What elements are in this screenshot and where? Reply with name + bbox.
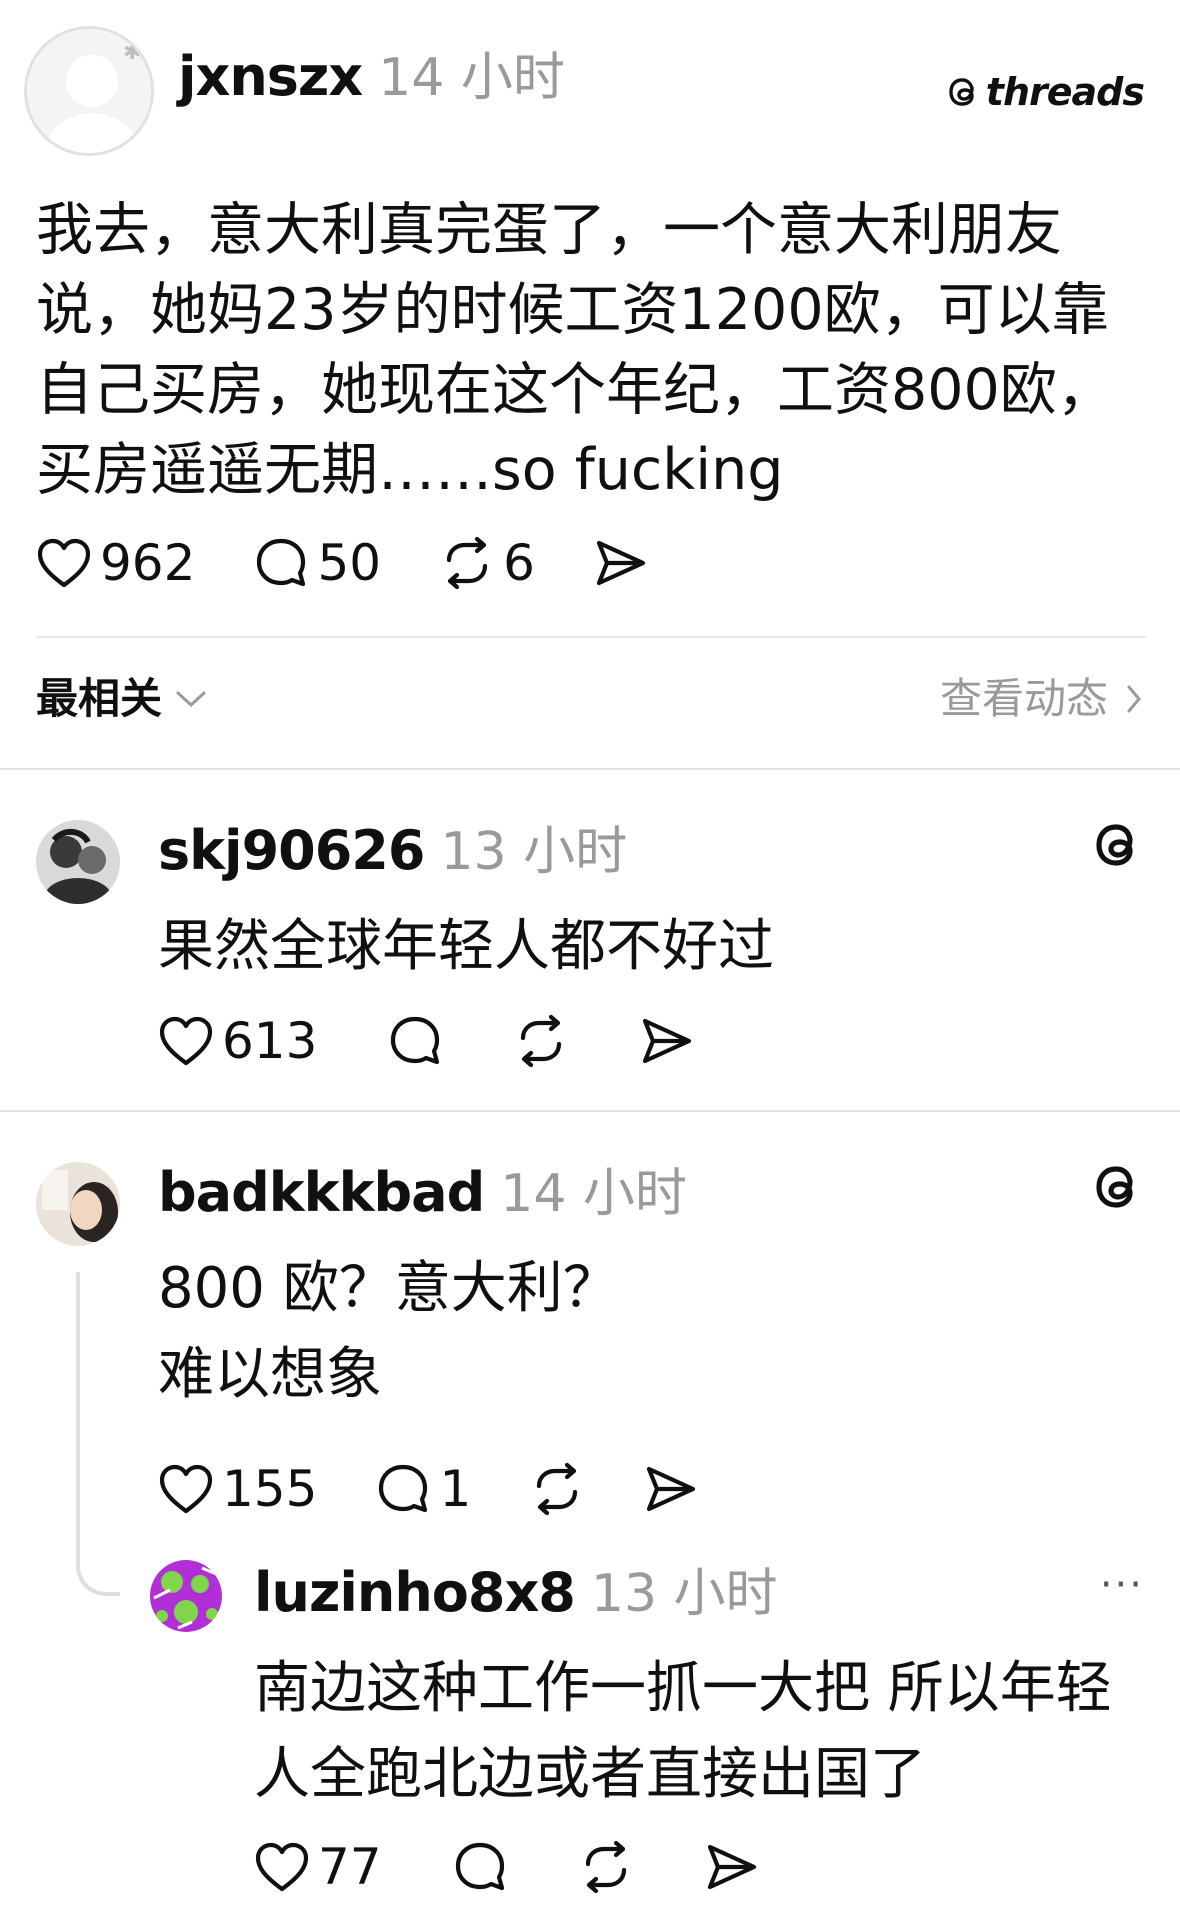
repost-button[interactable]: 6 — [439, 536, 535, 590]
comment-avatar[interactable] — [36, 820, 120, 904]
threads-brand: threads — [946, 70, 1145, 114]
like-count: 962 — [100, 534, 196, 592]
repost-count: 6 — [503, 534, 535, 592]
send-icon — [704, 1841, 760, 1893]
like-button[interactable]: 962 — [36, 537, 195, 589]
chevron-down-icon — [174, 687, 208, 711]
comment-timestamp: 13 小时 — [440, 822, 628, 882]
more-options-button[interactable]: ··· — [1100, 1562, 1144, 1608]
heart-icon — [254, 1841, 310, 1893]
reply-count: 1 — [439, 1460, 472, 1518]
thread-connector-line — [76, 1272, 80, 1550]
share-button[interactable] — [704, 1841, 760, 1893]
comment-icon — [375, 1462, 431, 1516]
comment-text: 果然全球年轻人都不好过 — [158, 914, 774, 979]
like-button[interactable]: 77 — [254, 1841, 382, 1893]
repost-icon — [578, 1840, 634, 1894]
threads-wordmark: threads — [985, 70, 1145, 114]
comment-actions: 155 1 — [158, 1462, 699, 1516]
share-button[interactable] — [643, 1463, 699, 1515]
share-button[interactable] — [639, 1015, 695, 1067]
threads-icon — [1090, 818, 1144, 872]
repost-icon — [439, 536, 495, 590]
view-activity-label: 查看动态 — [939, 674, 1108, 723]
comment-timestamp: 14 小时 — [500, 1164, 687, 1224]
repost-button[interactable] — [578, 1840, 634, 1894]
comment-username[interactable]: badkkkbad — [158, 1166, 485, 1220]
chevron-right-icon — [1124, 682, 1144, 716]
comment-actions: 613 — [158, 1014, 695, 1068]
reply-avatar[interactable] — [150, 1560, 222, 1632]
send-icon — [593, 537, 649, 589]
reply-button[interactable] — [452, 1840, 508, 1894]
reply-timestamp: 13 小时 — [590, 1564, 778, 1624]
sort-label: 最相关 — [36, 674, 163, 723]
heart-icon — [158, 1015, 214, 1067]
repost-icon — [529, 1462, 585, 1516]
comment-username[interactable]: skj90626 — [158, 824, 425, 878]
thread-connector-curve — [76, 1540, 120, 1596]
like-button[interactable]: 155 — [158, 1463, 317, 1515]
repost-button[interactable] — [529, 1462, 585, 1516]
reply-username[interactable]: luzinho8x8 — [254, 1566, 576, 1620]
like-count: 155 — [222, 1460, 318, 1518]
post-timestamp: 14 小时 — [378, 48, 565, 108]
threads-icon — [1090, 1160, 1144, 1214]
view-activity-link[interactable]: 查看动态 — [940, 678, 1144, 720]
comment-avatar[interactable] — [36, 1162, 120, 1246]
comment-text-line-1: 800 欧？意大利？ — [158, 1256, 619, 1321]
section-divider — [0, 768, 1180, 770]
like-count: 77 — [318, 1838, 382, 1896]
comment-text-line-2: 难以想象 — [158, 1342, 382, 1407]
like-button[interactable]: 613 — [158, 1015, 317, 1067]
repost-icon — [513, 1014, 569, 1068]
comment-icon — [253, 536, 309, 590]
reply-button[interactable]: 1 — [375, 1462, 471, 1516]
reply-button[interactable]: 50 — [253, 536, 381, 590]
reply-text: 南边这种工作一抓一大把 所以年轻人全跑北边或者直接出国了 — [254, 1656, 1112, 1807]
reply-actions: 77 — [254, 1840, 760, 1894]
threads-logo-icon — [946, 73, 980, 111]
sort-dropdown[interactable]: 最相关 — [36, 678, 208, 720]
heart-icon — [158, 1463, 214, 1515]
repost-button[interactable] — [513, 1014, 569, 1068]
divider — [36, 636, 1146, 638]
section-divider — [0, 1110, 1180, 1112]
svg-text:✱: ✱ — [123, 40, 141, 65]
like-count: 613 — [222, 1012, 318, 1070]
comment-icon — [452, 1840, 508, 1894]
author-avatar[interactable]: ✱ — [24, 26, 154, 156]
heart-icon — [36, 537, 92, 589]
post-body: 我去，意大利真完蛋了，一个意大利朋友说，她妈23岁的时候工资1200欧，可以靠自… — [36, 197, 1114, 503]
share-button[interactable] — [593, 537, 649, 589]
reply-button[interactable] — [387, 1014, 443, 1068]
comment-icon — [387, 1014, 443, 1068]
author-username[interactable]: jxnszx — [178, 50, 363, 104]
reply-count: 50 — [317, 534, 382, 592]
post-actions: 962 50 6 — [36, 536, 649, 590]
send-icon — [643, 1463, 699, 1515]
send-icon — [639, 1015, 695, 1067]
